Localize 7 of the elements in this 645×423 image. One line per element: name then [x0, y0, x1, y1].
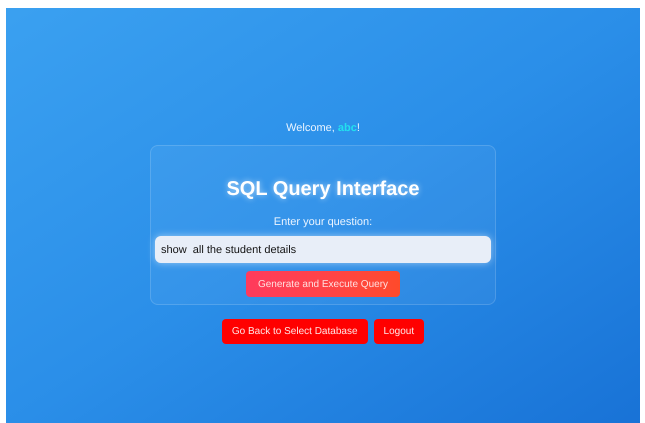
- welcome-text: Welcome, abc!: [286, 121, 360, 136]
- generate-button[interactable]: Generate and Execute Query: [246, 271, 400, 297]
- question-field[interactable]: show all the student details: [155, 236, 491, 263]
- nav-button[interactable]: Logout: [374, 318, 424, 344]
- nav-button[interactable]: Go Back to Select Database: [222, 318, 368, 344]
- card-title: SQL Query Interface: [226, 176, 420, 202]
- question-label: Enter your question:: [274, 214, 372, 230]
